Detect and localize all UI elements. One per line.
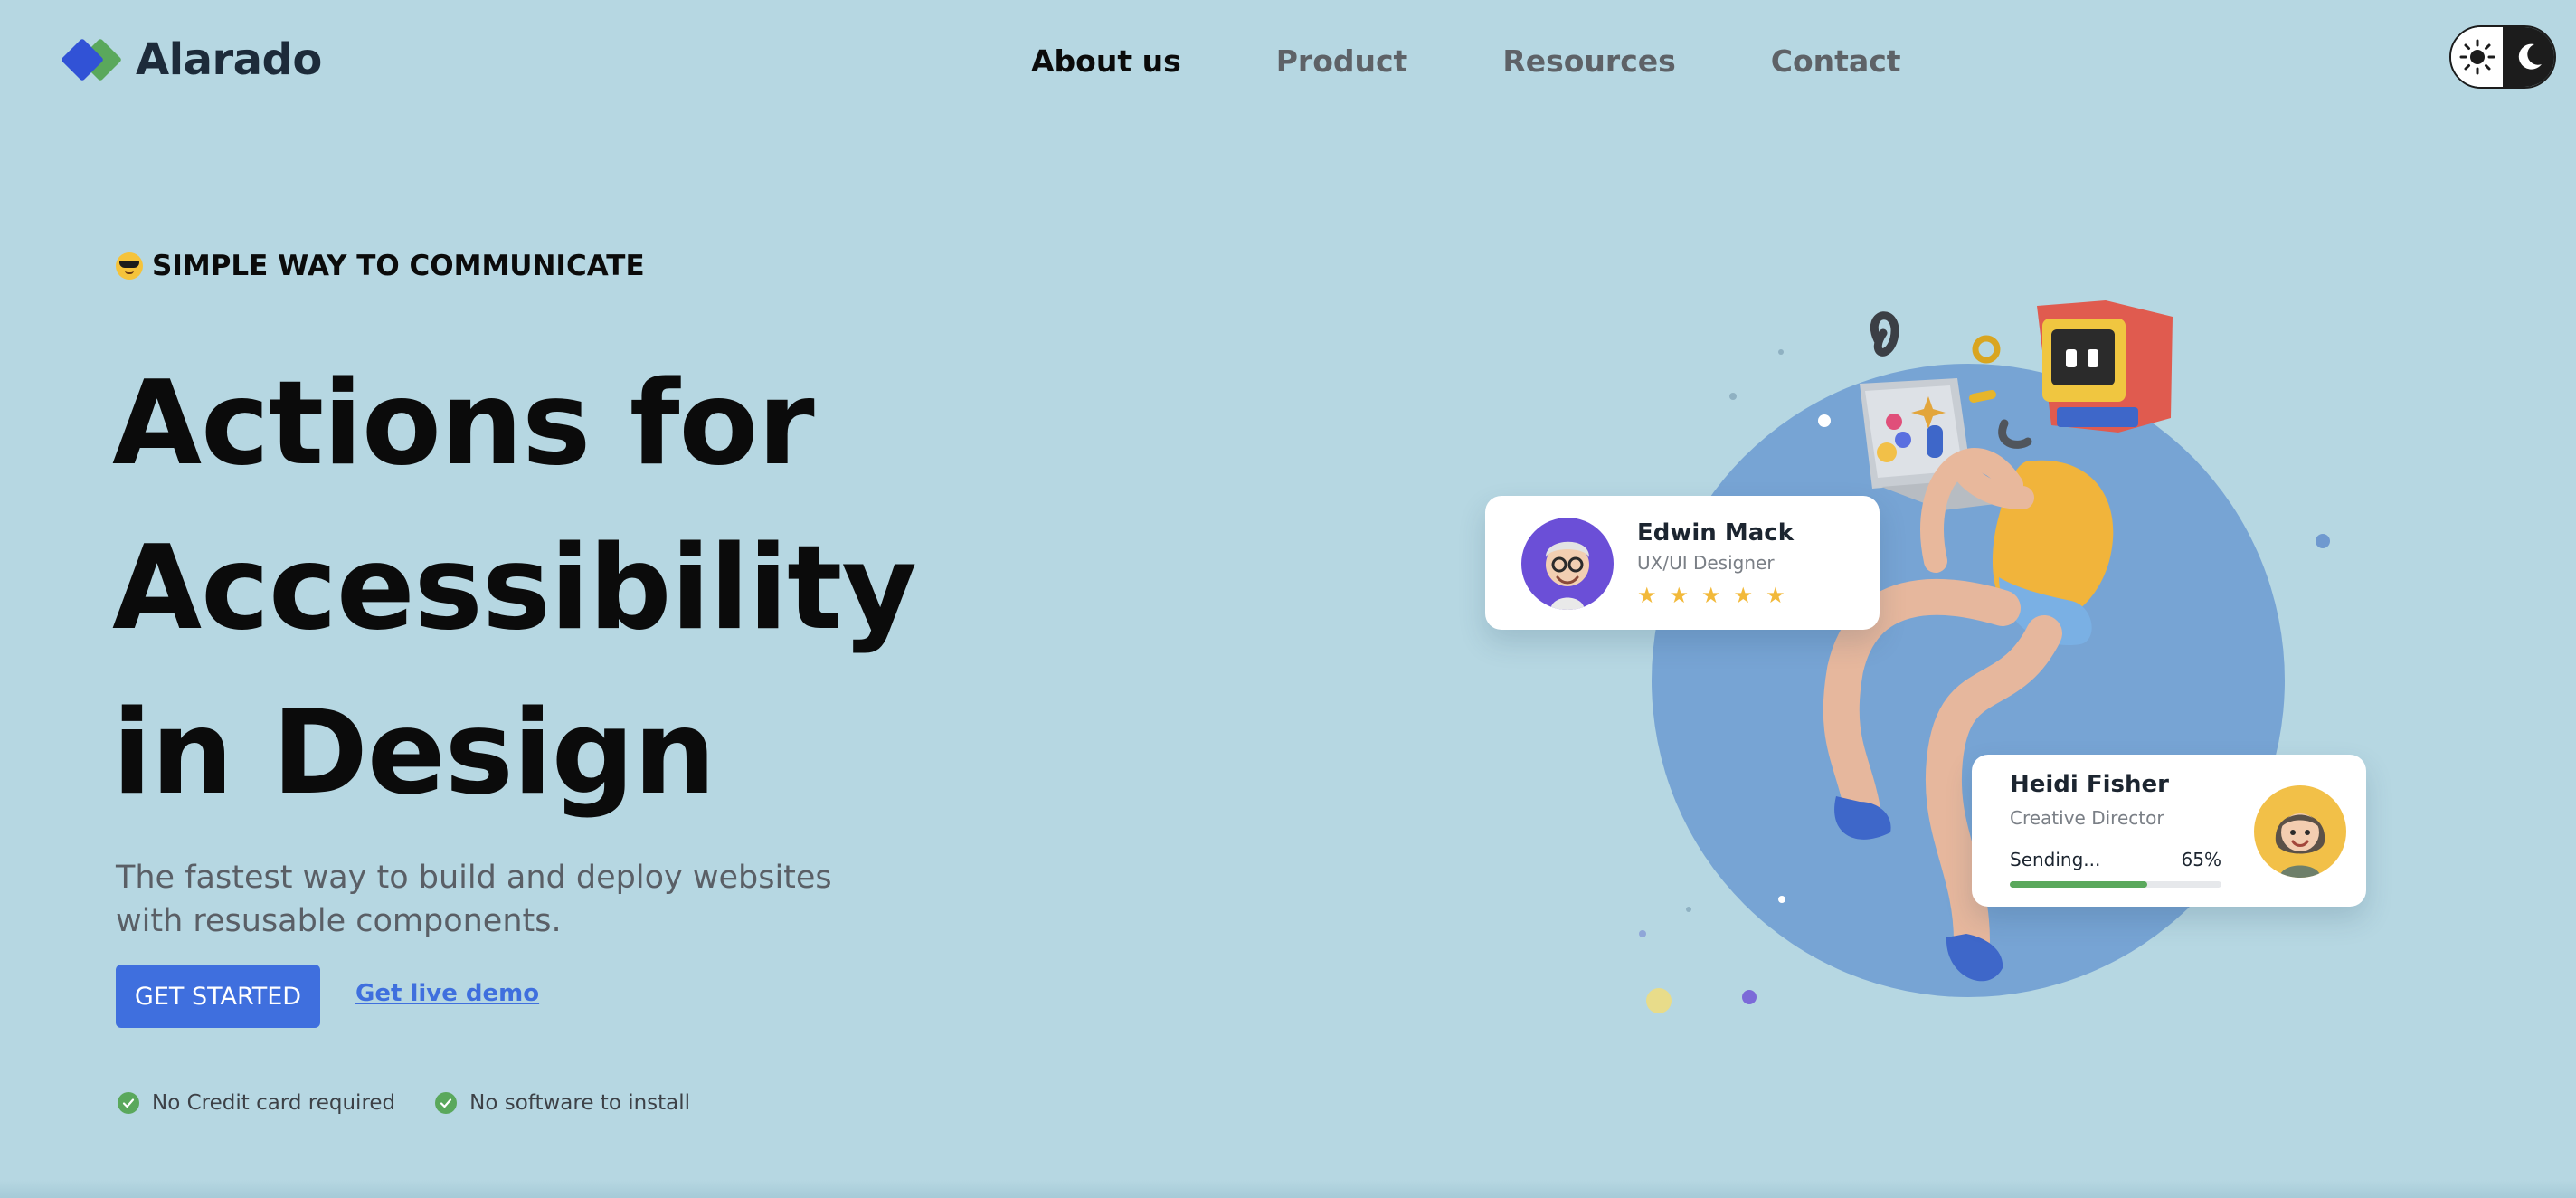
card-role: UX/UI Designer	[1637, 552, 1775, 574]
headline-line: Accessibility	[112, 521, 917, 656]
sunglasses-emoji-icon	[116, 252, 143, 280]
nav-item-resources[interactable]: Resources	[1502, 43, 1675, 79]
nav-item-contact[interactable]: Contact	[1771, 43, 1901, 79]
hero-subtitle: The fastest way to build and deploy webs…	[116, 860, 832, 939]
decorative-dot	[1646, 988, 1672, 1013]
check-icon	[435, 1092, 458, 1114]
live-demo-link[interactable]: Get live demo	[355, 980, 539, 1007]
star-icon: ★	[1669, 583, 1690, 608]
decorative-dot	[1639, 930, 1646, 937]
nav-item-product[interactable]: Product	[1276, 43, 1408, 79]
progress-fill	[2010, 881, 2148, 888]
perk-item: No software to install	[435, 1091, 690, 1115]
profile-card-edwin: Edwin Mack UX/UI Designer ★ ★ ★ ★ ★	[1485, 496, 1880, 630]
main-nav: About us Product Resources Contact	[1031, 43, 1996, 79]
card-role: Creative Director	[2010, 807, 2164, 829]
theme-toggle[interactable]	[2449, 25, 2556, 89]
perks-list: No Credit card required No software to i…	[118, 1091, 730, 1115]
sun-icon	[2459, 39, 2495, 75]
progress-percent: 65%	[2181, 849, 2221, 870]
eyebrow: SIMPLE WAY TO COMMUNICATE	[116, 250, 645, 282]
sending-status: Sending...	[2010, 849, 2101, 870]
star-icon: ★	[1701, 583, 1721, 608]
character-illustration	[1823, 300, 2173, 982]
nav-item-about-us[interactable]: About us	[1031, 43, 1181, 79]
decorative-dot	[2316, 534, 2330, 548]
eyebrow-text: SIMPLE WAY TO COMMUNICATE	[152, 250, 645, 282]
perk-item: No Credit card required	[118, 1091, 395, 1115]
moon-icon	[2518, 43, 2542, 70]
brand-logo[interactable]: Alarado	[60, 34, 322, 85]
logo-mark-icon	[60, 36, 123, 83]
get-started-button[interactable]: GET STARTED	[116, 965, 320, 1028]
perk-label: No Credit card required	[152, 1091, 396, 1115]
dark-mode-button[interactable]	[2503, 27, 2554, 87]
headline-line: Actions for	[112, 357, 815, 491]
progress-bar	[2010, 881, 2221, 888]
rating-stars: ★ ★ ★ ★ ★	[1637, 585, 1798, 606]
card-name: Edwin Mack	[1637, 519, 1794, 547]
avatar	[2254, 785, 2346, 878]
star-icon: ★	[1733, 583, 1754, 608]
brand-name: Alarado	[136, 34, 322, 85]
star-icon: ★	[1637, 583, 1657, 608]
check-icon	[118, 1092, 139, 1114]
section-divider	[0, 1180, 2576, 1198]
decorative-dot	[1686, 907, 1691, 912]
card-name: Heidi Fisher	[2010, 771, 2169, 798]
headline-line: in Design	[112, 686, 715, 821]
avatar	[1521, 518, 1614, 610]
hero-headline: Actions for Accessibility in Design	[112, 342, 917, 836]
profile-card-heidi: Heidi Fisher Creative Director Sending..…	[1972, 755, 2366, 907]
light-mode-button[interactable]	[2451, 27, 2503, 87]
star-icon: ★	[1766, 583, 1785, 608]
perk-label: No software to install	[469, 1091, 691, 1115]
